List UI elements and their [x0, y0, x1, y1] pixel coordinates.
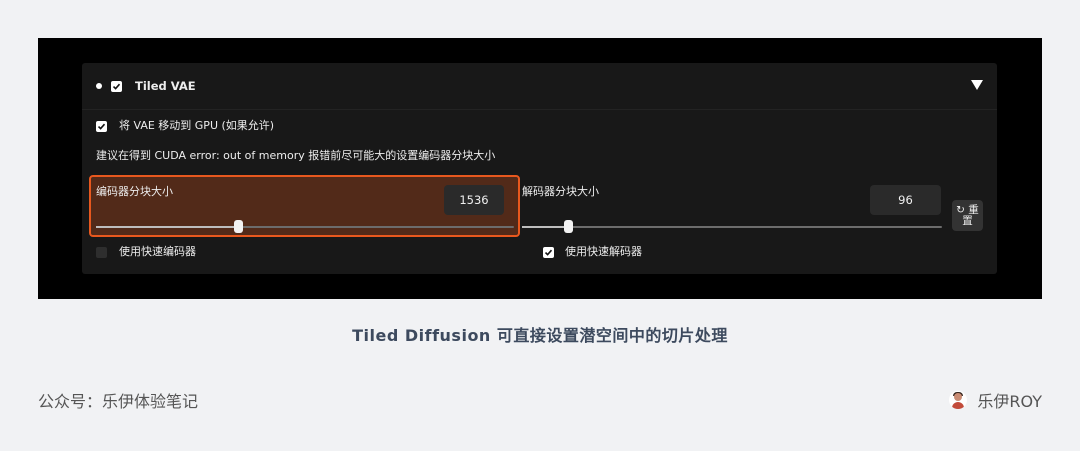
decoder-slider-fill [522, 226, 569, 228]
encoder-tile-slider[interactable] [96, 220, 514, 233]
encoder-tile-label: 编码器分块大小 [96, 185, 173, 198]
encoder-slider-thumb[interactable] [234, 220, 244, 233]
encoder-tile-input[interactable]: 1536 [444, 185, 504, 215]
collapse-triangle-icon[interactable] [971, 80, 983, 90]
move-to-gpu-checkbox[interactable] [96, 121, 107, 132]
author-credit: 乐伊ROY [949, 388, 1042, 412]
tiled-vae-panel: Tiled VAE 将 VAE 移动到 GPU (如果允许) 建议在得到 CUD… [82, 63, 997, 274]
memory-hint-text: 建议在得到 CUDA error: out of memory 报错前尽可能大的… [96, 149, 496, 162]
decoder-tile-input[interactable]: 96 [870, 185, 941, 215]
reset-button-label: ↻ 重置 [956, 204, 979, 227]
panel-header[interactable]: Tiled VAE [82, 63, 997, 110]
decoder-tile-slider[interactable] [522, 220, 942, 233]
author-name: 乐伊ROY [977, 392, 1042, 411]
decoder-slider-thumb[interactable] [564, 220, 574, 233]
fast-encoder-label: 使用快速编码器 [119, 245, 196, 258]
fast-decoder-checkbox[interactable] [543, 247, 554, 258]
encoder-slider-fill [96, 226, 239, 228]
bullet-dot-icon [96, 83, 102, 89]
panel-title: Tiled VAE [135, 79, 196, 93]
account-credit: 公众号：乐伊体验笔记 [38, 392, 199, 411]
move-to-gpu-label: 将 VAE 移动到 GPU (如果允许) [119, 119, 275, 132]
decoder-tile-label: 解码器分块大小 [522, 185, 599, 198]
screenshot-frame: Tiled VAE 将 VAE 移动到 GPU (如果允许) 建议在得到 CUD… [38, 38, 1042, 299]
fast-encoder-checkbox[interactable] [96, 247, 107, 258]
fast-decoder-label: 使用快速解码器 [565, 245, 642, 258]
figure-caption: Tiled Diffusion 可直接设置潜空间中的切片处理 [352, 326, 728, 345]
author-avatar [949, 391, 968, 409]
reset-button[interactable]: ↻ 重置 [952, 200, 983, 231]
tiled-vae-checkbox[interactable] [111, 81, 122, 92]
